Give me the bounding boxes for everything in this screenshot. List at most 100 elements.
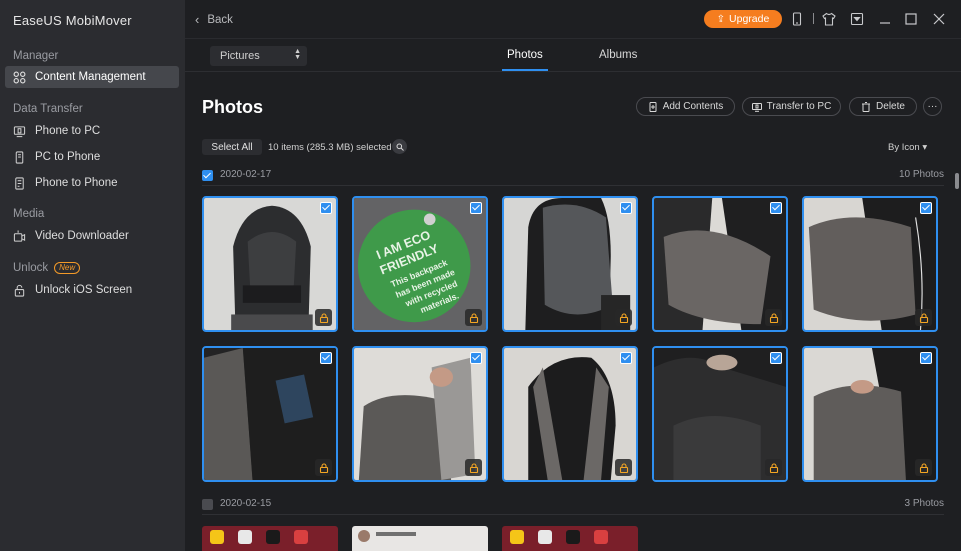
close-icon[interactable] [931,11,947,27]
lock-icon [765,459,782,476]
photo-tile[interactable] [652,196,788,332]
photo-tile[interactable] [802,196,938,332]
upgrade-button[interactable]: ⇪ Upgrade [704,10,782,28]
section-label-media: Media [13,208,45,220]
photo-tile[interactable] [652,346,788,482]
photo-checkbox[interactable] [470,352,482,364]
date-group-header: 2020-02-15 3 Photos [202,497,944,515]
photo-tile-partial[interactable] [502,526,638,551]
chevron-left-icon: ‹ [195,12,200,27]
select-all-button[interactable]: Select All [202,139,262,155]
photo-checkbox[interactable] [920,202,932,214]
photo-tile[interactable] [802,346,938,482]
photo-checkbox[interactable] [770,202,782,214]
sidebar-item-phone-to-pc[interactable]: Phone to PC [5,120,179,142]
photo-checkbox[interactable] [620,352,632,364]
delete-button[interactable]: Delete [849,97,917,116]
trash-icon [861,101,871,112]
sidebar-item-pc-to-phone[interactable]: PC to Phone [5,146,179,168]
lock-icon [465,459,482,476]
photo-tile[interactable] [202,196,338,332]
category-select-value: Pictures [220,50,260,62]
photo-checkbox[interactable] [470,202,482,214]
photo-checkbox[interactable] [320,202,332,214]
group-date: 2020-02-15 [220,498,272,509]
photo-tile[interactable] [202,346,338,482]
sidebar-item-phone-to-phone[interactable]: Phone to Phone [5,172,179,194]
photo-tile-partial[interactable] [352,526,488,551]
transfer-to-pc-button[interactable]: Transfer to PC [742,97,841,116]
lock-icon [615,459,632,476]
group-count: 10 Photos [898,169,944,180]
lock-icon [12,283,26,297]
sidebar-item-video-downloader[interactable]: Video Downloader [5,225,179,247]
pc-to-phone-icon [12,150,26,164]
photo-tile[interactable] [502,346,638,482]
device-icon[interactable] [789,11,805,27]
add-contents-button[interactable]: Add Contents [636,97,735,116]
lock-icon [465,309,482,326]
sidebar-item-unlock-ios-screen[interactable]: Unlock iOS Screen [5,279,179,301]
content-area: Photos Add Contents Transfer to PC Delet… [185,73,961,551]
upgrade-label: Upgrade [729,13,770,25]
shirt-icon[interactable] [821,11,837,27]
section-label-unlock: Unlock New [13,262,81,274]
section-label-data-transfer: Data Transfer [13,103,83,115]
dropdown-menu-icon[interactable] [849,11,865,27]
sidebar-item-label: Phone to Phone [35,177,118,189]
sidebar-item-label: PC to Phone [35,151,101,163]
add-contents-icon [648,101,658,112]
scrollbar-thumb[interactable] [955,173,959,189]
category-select[interactable]: Pictures ▲ ▼ [210,46,307,66]
transfer-to-pc-label: Transfer to PC [766,101,832,112]
grid-icon [12,70,26,84]
lock-icon [315,459,332,476]
video-download-icon [12,229,26,243]
group-count: 3 Photos [904,498,944,509]
tab-photos[interactable]: Photos [507,49,543,61]
back-button[interactable]: ‹ Back [195,12,233,27]
page-title: Photos [202,97,263,117]
lock-icon [315,309,332,326]
photo-tile[interactable]: I AM ECO FRIENDLY This backpack has been… [352,196,488,332]
maximize-icon[interactable] [903,11,919,27]
group-checkbox[interactable] [202,170,213,181]
photo-tile[interactable] [352,346,488,482]
lock-icon [765,309,782,326]
section-label-text: Unlock [13,262,49,274]
group-checkbox[interactable] [202,499,213,510]
lock-icon [915,309,932,326]
photo-screenshot-thumb [352,526,488,551]
upgrade-arrow-icon: ⇪ [716,13,726,25]
toolbar-separator [813,13,814,24]
sidebar-item-label: Phone to PC [35,125,101,137]
add-contents-label: Add Contents [662,101,724,112]
photo-tile-partial[interactable] [202,526,338,551]
photo-checkbox[interactable] [770,352,782,364]
minimize-icon[interactable] [877,11,893,27]
tab-active-indicator [502,69,548,71]
search-icon[interactable] [392,139,407,154]
date-group-header: 2020-02-17 10 Photos [202,168,944,186]
app-window: EaseUS MobiMover Manager Content Managem… [0,0,961,551]
photo-screenshot-thumb [502,526,638,551]
sidebar-item-label: Unlock iOS Screen [35,284,133,296]
tab-albums[interactable]: Albums [599,49,637,61]
app-title: EaseUS MobiMover [13,13,132,28]
new-badge: New [54,262,81,274]
back-label: Back [207,13,233,26]
photo-checkbox[interactable] [320,352,332,364]
photo-checkbox[interactable] [620,202,632,214]
main-panel: ‹ Back ⇪ Upgrade Pictures ▲ ▼ Photos Alb… [185,0,961,551]
phone-to-pc-icon [12,124,26,138]
sort-by-dropdown[interactable]: By Icon ▾ [888,142,927,153]
transfer-to-pc-icon [751,102,762,112]
sidebar-item-content-management[interactable]: Content Management [5,66,179,88]
top-bar: ‹ Back ⇪ Upgrade [185,0,961,38]
photo-checkbox[interactable] [920,352,932,364]
phone-to-phone-icon [12,176,26,190]
more-options-button[interactable]: ··· [923,97,942,116]
lock-icon [615,309,632,326]
selection-info: 10 items (285.3 MB) selected [268,142,392,153]
photo-tile[interactable] [502,196,638,332]
